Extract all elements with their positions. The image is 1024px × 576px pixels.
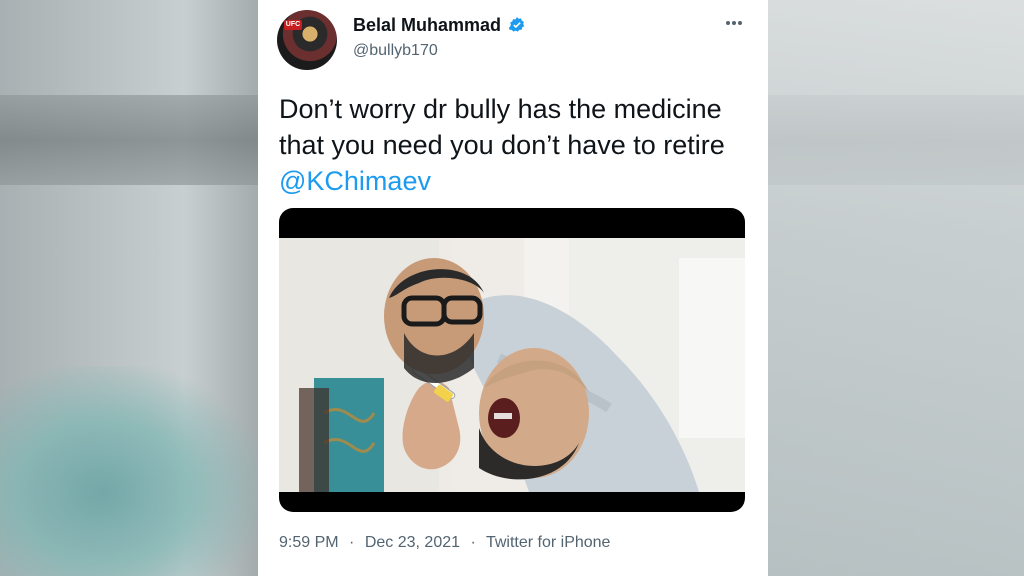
author-handle[interactable]: @bullyb170 xyxy=(353,42,438,60)
tweet-image-content xyxy=(279,238,745,492)
avatar-ufc-badge: UFC xyxy=(284,20,302,30)
tweet-date[interactable]: Dec 23, 2021 xyxy=(365,534,460,551)
meta-separator-1: · xyxy=(349,534,355,551)
tweet-mention-link[interactable]: @KChimaev xyxy=(279,166,431,196)
tweet-client[interactable]: Twitter for iPhone xyxy=(486,534,611,551)
meme-illustration xyxy=(279,238,745,492)
tweet-text-body: Don’t worry dr bully has the medicine th… xyxy=(279,94,725,160)
tweet-text: Don’t worry dr bully has the medicine th… xyxy=(279,91,749,199)
author-name[interactable]: Belal Muhammad xyxy=(353,15,501,36)
background-teal-blur xyxy=(0,366,260,576)
meta-separator-2: · xyxy=(470,534,476,551)
tweet-meta: 9:59 PM · Dec 23, 2021 · Twitter for iPh… xyxy=(279,534,616,552)
background-right-blur xyxy=(764,0,1024,576)
verified-badge-icon xyxy=(508,17,525,32)
author-avatar[interactable]: UFC xyxy=(277,10,337,70)
more-options-icon[interactable] xyxy=(722,13,746,33)
tweet-time[interactable]: 9:59 PM xyxy=(279,534,339,551)
tweet-image[interactable] xyxy=(279,208,745,512)
tweet-card: UFC Belal Muhammad @bullyb170 Don’t worr… xyxy=(258,0,768,576)
